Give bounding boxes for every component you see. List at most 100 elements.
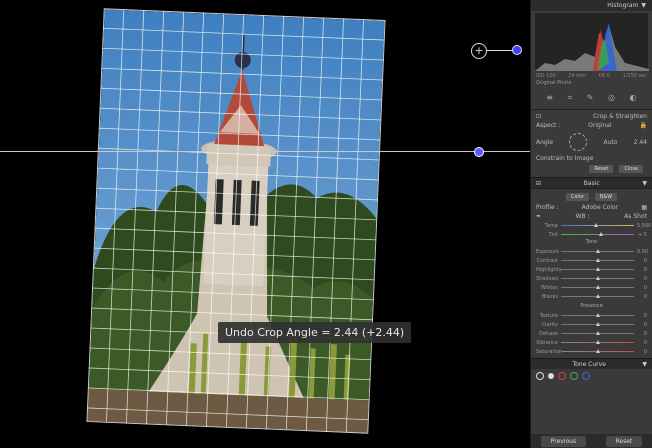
blacks-knob[interactable] xyxy=(596,294,601,298)
highlights-slider[interactable]: Highlights 0 xyxy=(536,265,647,274)
tone-label: Tone xyxy=(585,239,598,245)
whites-value[interactable]: 0 xyxy=(637,285,647,291)
exposure-track[interactable] xyxy=(561,249,634,253)
aperture-label: f/8.0 xyxy=(598,73,610,79)
tool-strip: ≡ ⌗ ✎ ◎ ◐ xyxy=(531,87,652,109)
highlights-track[interactable] xyxy=(561,267,634,271)
tint-track[interactable] xyxy=(561,232,634,236)
collapse-icon[interactable]: ▼ xyxy=(641,2,646,9)
temp-track[interactable] xyxy=(561,223,634,227)
photo-canvas[interactable]: + Undo Crop Angle = 2.44 (+2.44) xyxy=(0,0,530,448)
previous-button[interactable]: Previous xyxy=(540,435,587,447)
reset-button[interactable]: Reset xyxy=(605,435,643,447)
histogram-header[interactable]: Histogram ▼ xyxy=(531,0,652,11)
profile-select[interactable]: Adobe Color xyxy=(582,204,619,211)
dehaze-knob[interactable] xyxy=(596,331,601,335)
rgb-curve-icon[interactable] xyxy=(548,373,554,379)
crop-tool-icon[interactable]: ⊡ xyxy=(536,113,541,120)
shadows-track[interactable] xyxy=(561,276,634,280)
point-curve-icon[interactable] xyxy=(536,372,544,380)
highlights-knob[interactable] xyxy=(596,267,601,271)
texture-track[interactable] xyxy=(561,313,634,317)
crop-icon[interactable]: ⌗ xyxy=(568,93,573,103)
profile-grid-icon[interactable]: ▦ xyxy=(641,204,647,211)
exposure-value[interactable]: 0.00 xyxy=(637,249,648,255)
tint-knob[interactable] xyxy=(598,232,603,236)
treatment-bw-button[interactable]: B&W xyxy=(594,193,618,201)
dehaze-track[interactable] xyxy=(561,331,634,335)
shadows-knob[interactable] xyxy=(596,276,601,280)
bottom-bar: Previous Reset xyxy=(531,434,652,448)
tint-value[interactable]: + 5 xyxy=(637,232,647,238)
heal-icon[interactable]: ✎ xyxy=(587,93,594,103)
contrast-slider[interactable]: Contrast 0 xyxy=(536,256,647,265)
contrast-track[interactable] xyxy=(561,258,634,262)
angle-value[interactable]: 2.44 xyxy=(634,139,647,146)
contrast-value[interactable]: 0 xyxy=(637,258,647,264)
lock-icon[interactable]: 🔒 xyxy=(640,122,647,129)
green-curve-icon[interactable] xyxy=(570,372,578,380)
crop-frame[interactable] xyxy=(86,8,386,434)
whites-slider[interactable]: Whites 0 xyxy=(536,283,647,292)
whites-knob[interactable] xyxy=(596,285,601,289)
clarity-track[interactable] xyxy=(561,322,634,326)
constrain-checkbox[interactable]: Constrain to Image xyxy=(536,155,593,162)
clarity-slider[interactable]: Clarity 0 xyxy=(536,320,647,329)
contrast-knob[interactable] xyxy=(596,258,601,262)
dehaze-value[interactable]: 0 xyxy=(637,331,647,337)
crop-close-button[interactable]: Close xyxy=(619,165,643,173)
texture-knob[interactable] xyxy=(596,313,601,317)
auto-button[interactable]: Auto xyxy=(603,139,617,146)
treatment-color-button[interactable]: Color xyxy=(565,193,589,201)
saturation-value[interactable]: 0 xyxy=(637,349,647,355)
temp-slider[interactable]: Temp 5,500 xyxy=(536,221,652,230)
whites-track[interactable] xyxy=(561,285,634,289)
blacks-track[interactable] xyxy=(561,294,634,298)
angle-tool-icon[interactable]: + xyxy=(471,43,487,59)
wb-select[interactable]: As Shot xyxy=(624,213,647,220)
texture-value[interactable]: 0 xyxy=(637,313,647,319)
vibrance-track[interactable] xyxy=(561,340,634,344)
angle-level-dial[interactable] xyxy=(569,133,588,151)
saturation-track[interactable] xyxy=(561,349,634,353)
blue-curve-icon[interactable] xyxy=(582,372,590,380)
tone-curve-header[interactable]: Tone Curve ▼ xyxy=(531,358,652,369)
mask-icon[interactable]: ◐ xyxy=(630,93,637,103)
dehaze-slider[interactable]: Dehaze 0 xyxy=(536,329,647,338)
basic-collapse-icon[interactable]: ▼ xyxy=(642,180,647,187)
blacks-value[interactable]: 0 xyxy=(637,294,647,300)
exposure-knob[interactable] xyxy=(596,249,601,253)
blacks-slider[interactable]: Blacks 0 xyxy=(536,292,647,301)
clarity-value[interactable]: 0 xyxy=(637,322,647,328)
temp-value[interactable]: 5,500 xyxy=(637,223,651,229)
vibrance-value[interactable]: 0 xyxy=(637,340,647,346)
tint-slider[interactable]: Tint + 5 xyxy=(536,230,647,239)
eyedropper-icon[interactable]: ✒ xyxy=(536,213,541,220)
texture-slider[interactable]: Texture 0 xyxy=(536,311,647,320)
exposure-slider[interactable]: Exposure 0.00 xyxy=(536,247,648,256)
vibrance-slider[interactable]: Vibrance 0 xyxy=(536,338,647,347)
vibrance-knob[interactable] xyxy=(596,340,601,344)
temp-knob[interactable] xyxy=(593,223,598,227)
histogram xyxy=(535,13,649,71)
angle-tool-end-handle[interactable] xyxy=(512,45,522,55)
highlights-value[interactable]: 0 xyxy=(637,267,647,273)
exposure-label: Exposure xyxy=(536,248,560,255)
clarity-knob[interactable] xyxy=(596,322,601,326)
basic-header[interactable]: ⊟ Basic ▼ xyxy=(531,177,652,188)
red-curve-icon[interactable] xyxy=(558,372,566,380)
original-photo-toggle[interactable]: Original Photo xyxy=(531,79,652,87)
aspect-select[interactable]: Original xyxy=(588,122,611,129)
crop-reset-button[interactable]: Reset xyxy=(589,165,614,173)
sliders-icon[interactable]: ≡ xyxy=(546,93,553,103)
saturation-slider[interactable]: Saturation 0 xyxy=(536,347,647,356)
shutter-label: 1/250 sec xyxy=(622,73,647,79)
angle-tool-line xyxy=(486,50,513,51)
tone-curve-collapse-icon[interactable]: ▼ xyxy=(642,361,647,368)
redeye-icon[interactable]: ◎ xyxy=(608,93,615,103)
straighten-handle[interactable] xyxy=(474,147,484,157)
saturation-knob[interactable] xyxy=(596,349,601,353)
panel-switch-icon[interactable]: ⊟ xyxy=(536,180,541,187)
shadows-slider[interactable]: Shadows 0 xyxy=(536,274,647,283)
shadows-value[interactable]: 0 xyxy=(637,276,647,282)
